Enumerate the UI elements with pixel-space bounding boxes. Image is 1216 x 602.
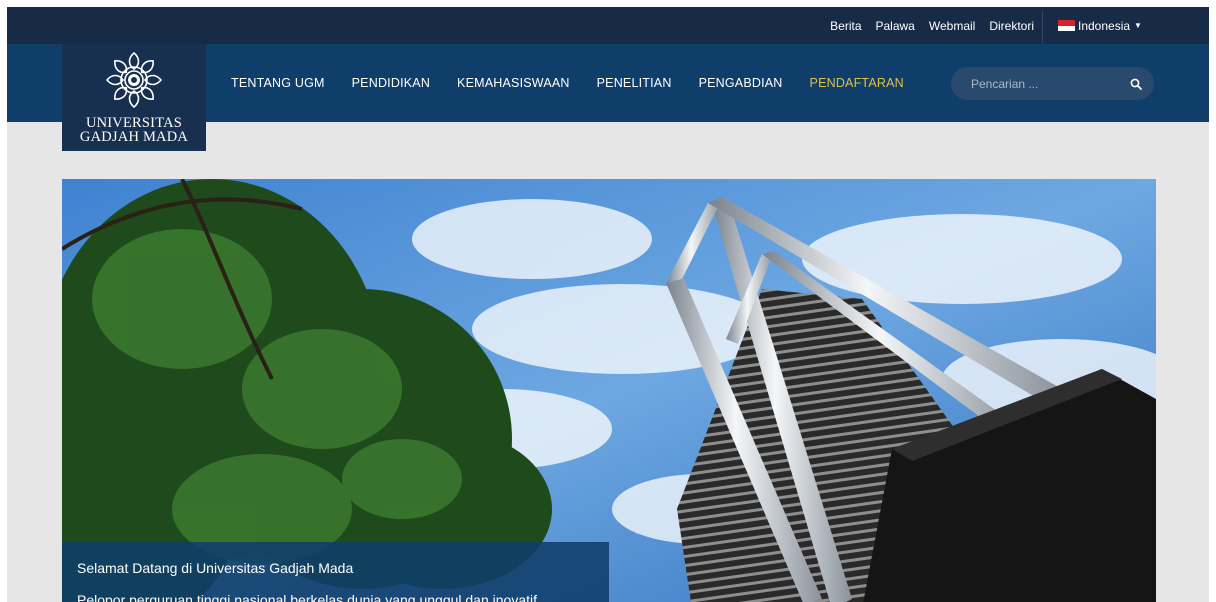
language-label: Indonesia bbox=[1078, 18, 1131, 33]
link-direktori[interactable]: Direktori bbox=[989, 19, 1034, 33]
utility-divider bbox=[1042, 11, 1043, 43]
page-frame: Berita Palawa Webmail Direktori Indonesi… bbox=[7, 7, 1209, 602]
link-berita[interactable]: Berita bbox=[830, 19, 861, 33]
indonesia-flag-icon bbox=[1058, 20, 1075, 31]
hero-title: Selamat Datang di Universitas Gadjah Mad… bbox=[77, 560, 354, 576]
campus-tower-photo bbox=[62, 179, 1156, 602]
search-icon[interactable] bbox=[1130, 78, 1142, 90]
hero-image bbox=[62, 179, 1156, 602]
hero-subtitle: Pelopor perguruan tinggi nasional berkel… bbox=[77, 592, 537, 602]
nav-item-pengabdian[interactable]: PENGABDIAN bbox=[699, 76, 783, 90]
nav-item-kemahasiswaan[interactable]: KEMAHASISWAAN bbox=[457, 76, 570, 90]
main-menu: TENTANG UGM PENDIDIKAN KEMAHASISWAAN PEN… bbox=[231, 44, 931, 122]
utility-bar: Berita Palawa Webmail Direktori Indonesi… bbox=[7, 7, 1209, 44]
logo-text-line1: UNIVERSITAS bbox=[85, 115, 183, 131]
hero-caption: Selamat Datang di Universitas Gadjah Mad… bbox=[62, 542, 609, 602]
language-selector[interactable]: Indonesia ▼ bbox=[1058, 7, 1142, 44]
logo-text-line2: GADJAH MADA bbox=[79, 129, 189, 145]
nav-item-penelitian[interactable]: PENELITIAN bbox=[597, 76, 672, 90]
nav-item-pendaftaran[interactable]: PENDAFTARAN bbox=[810, 76, 904, 90]
nav-item-pendidikan[interactable]: PENDIDIKAN bbox=[352, 76, 430, 90]
link-palawa[interactable]: Palawa bbox=[876, 19, 915, 33]
search-box bbox=[951, 67, 1154, 100]
link-webmail[interactable]: Webmail bbox=[929, 19, 975, 33]
ugm-emblem-icon bbox=[105, 51, 163, 109]
caret-down-icon: ▼ bbox=[1134, 21, 1142, 30]
search-input[interactable] bbox=[971, 76, 1130, 91]
site-logo[interactable]: UNIVERSITAS GADJAH MADA bbox=[62, 44, 206, 151]
utility-links: Berita Palawa Webmail Direktori bbox=[830, 7, 1034, 44]
nav-item-tentang-ugm[interactable]: TENTANG UGM bbox=[231, 76, 325, 90]
